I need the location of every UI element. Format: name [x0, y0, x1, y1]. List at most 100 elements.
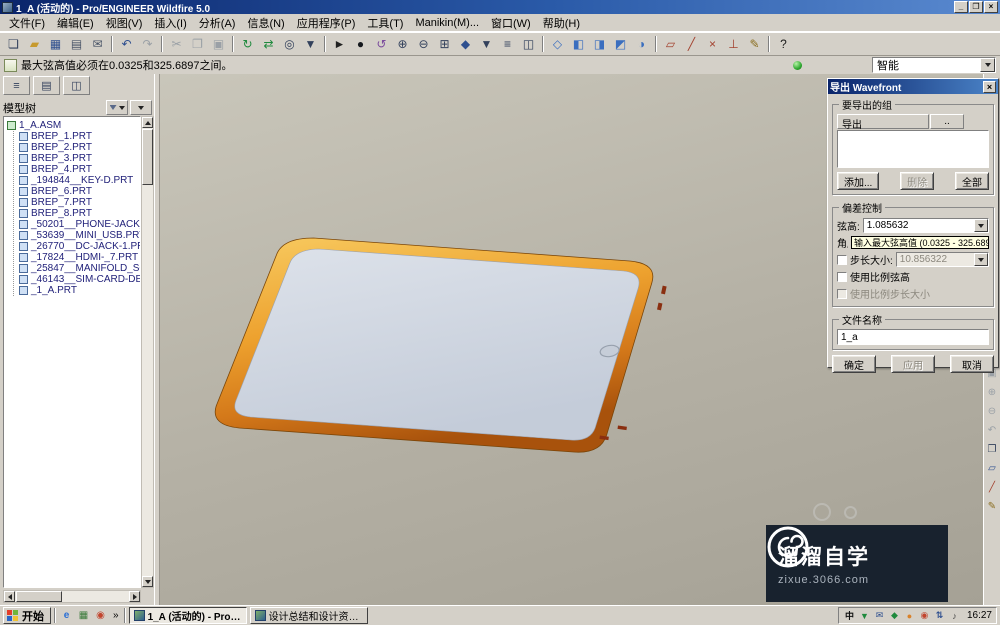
select-arrow-icon[interactable]: ► [329, 34, 350, 55]
dialog-close-icon[interactable]: × [983, 81, 996, 93]
start-button[interactable]: 开始 [3, 607, 51, 624]
wireframe-icon[interactable]: ◇ [547, 34, 568, 55]
chevron-down-icon[interactable] [974, 219, 988, 232]
layers-icon[interactable]: ≡ [497, 34, 518, 55]
cancel-button[interactable]: 取消 [950, 355, 994, 373]
add-button[interactable]: 添加... [837, 172, 879, 190]
save-icon[interactable]: ▦ [45, 34, 66, 55]
repaint-icon[interactable]: ◆ [455, 34, 476, 55]
print-icon[interactable]: ▤ [66, 34, 87, 55]
tree-show-menu[interactable] [106, 100, 128, 115]
menu-item[interactable]: 信息(N) [241, 13, 290, 33]
scroll-right-icon[interactable] [129, 591, 140, 602]
undo-icon[interactable]: ↶ [116, 34, 137, 55]
datum-axis-toggle-icon[interactable]: ╱ [681, 34, 702, 55]
tree-options-icon[interactable]: ◫ [63, 76, 90, 95]
tree-item[interactable]: _53639__MINI_USB.PRT [19, 230, 140, 241]
datum-plane-toggle-icon[interactable]: ▱ [660, 34, 681, 55]
tree-item[interactable]: BREP_1.PRT [19, 131, 140, 142]
search-icon[interactable]: ◎ [279, 34, 300, 55]
tray-network-icon[interactable]: ⇅ [933, 609, 946, 622]
context-help-icon[interactable]: ? [773, 34, 794, 55]
ratio-chord-checkbox[interactable] [837, 272, 847, 282]
zoom-out-icon[interactable]: ⊖ [413, 34, 434, 55]
new-file-icon[interactable]: ❏ [3, 34, 24, 55]
tree-item-root[interactable]: 1_A.ASM [7, 120, 140, 131]
menu-item[interactable]: 分析(A) [193, 13, 242, 33]
step-size-checkbox[interactable] [837, 255, 847, 265]
tree-item[interactable]: _46143__SIM-CARD-DECK_6.PRT [19, 274, 140, 285]
menu-item[interactable]: 应用程序(P) [291, 13, 362, 33]
tree-vertical-scrollbar[interactable] [141, 116, 154, 588]
tree-item[interactable]: BREP_8.PRT [19, 208, 140, 219]
tree-item[interactable]: _194844__KEY-D.PRT [19, 175, 140, 186]
menu-item[interactable]: 插入(I) [148, 13, 192, 33]
chevron-down-icon[interactable] [980, 58, 995, 72]
tree-item[interactable]: _50201__PHONE-JACK_3.PRT [19, 219, 140, 230]
menu-item[interactable]: 帮助(H) [537, 13, 586, 33]
tray-antivirus-icon[interactable]: ◉ [918, 609, 931, 622]
shaded-mode-icon[interactable]: ◩ [610, 34, 631, 55]
tree-item[interactable]: _1_A.PRT [19, 285, 140, 296]
quick-launch-overflow[interactable]: » [111, 610, 121, 621]
tray-download-icon[interactable]: ▼ [858, 609, 871, 622]
csys-toggle-icon[interactable]: ⊥ [723, 34, 744, 55]
tray-ime-icon[interactable]: 中 [843, 609, 856, 622]
maximize-button[interactable]: ❐ [969, 1, 983, 13]
scroll-down-icon[interactable] [142, 576, 153, 587]
ok-button[interactable]: 确定 [832, 355, 876, 373]
tray-volume-icon[interactable]: ♪ [948, 609, 961, 622]
regenerate-manager-icon[interactable]: ⇄ [258, 34, 279, 55]
quicklaunch-browser-icon[interactable]: e [59, 608, 74, 623]
scrollbar-thumb[interactable] [142, 129, 153, 185]
tray-shield-icon[interactable]: ◆ [888, 609, 901, 622]
close-button[interactable]: × [984, 1, 998, 13]
menu-item[interactable]: 编辑(E) [51, 13, 100, 33]
spin-center-icon[interactable]: ↺ [371, 34, 392, 55]
menu-item[interactable]: Manikin(M)... [409, 15, 485, 31]
hidden-line-icon[interactable]: ◧ [568, 34, 589, 55]
selection-filter-icon[interactable]: ▼ [300, 34, 321, 55]
named-view-icon[interactable]: ❐ [985, 442, 1000, 457]
tray-update-icon[interactable]: ● [903, 609, 916, 622]
tree-item[interactable]: BREP_2.PRT [19, 142, 140, 153]
model-tree-toggle-icon[interactable]: ≡ [3, 76, 30, 95]
export-column-header[interactable]: 导出 [837, 114, 929, 129]
scrollbar-thumb[interactable] [16, 591, 62, 602]
tree-item[interactable]: _26770__DC-JACK-1.PRT [19, 241, 140, 252]
datum-point-toggle-icon[interactable]: × [702, 34, 723, 55]
quicklaunch-player-icon[interactable]: ◉ [93, 608, 108, 623]
quicklaunch-show-desktop-icon[interactable]: ▦ [76, 608, 91, 623]
clock[interactable]: 16:27 [963, 610, 992, 621]
taskbar-task[interactable]: 1_A (活动的) - Pro/... [129, 607, 247, 624]
datum-axis-display-icon[interactable]: ╱ [985, 480, 1000, 495]
tree-item[interactable]: _25847__MANIFOLD_SOLID_BREP [19, 263, 140, 274]
export-list[interactable] [837, 130, 989, 168]
open-file-icon[interactable]: ▰ [24, 34, 45, 55]
zoom-in-icon[interactable]: ⊕ [392, 34, 413, 55]
minimize-button[interactable]: _ [954, 1, 968, 13]
layer-tree-icon[interactable]: ▤ [33, 76, 60, 95]
tree-item[interactable]: _17824__HDMI-_7.PRT [19, 252, 140, 263]
mail-icon[interactable]: ✉ [87, 34, 108, 55]
tree-item[interactable]: BREP_3.PRT [19, 153, 140, 164]
saved-views-icon[interactable]: ▼ [476, 34, 497, 55]
tree-horizontal-scrollbar[interactable] [3, 590, 141, 603]
no-hidden-icon[interactable]: ◨ [589, 34, 610, 55]
dialog-titlebar[interactable]: 导出 Wavefront × [828, 79, 998, 94]
tree-item[interactable]: BREP_7.PRT [19, 197, 140, 208]
annotation-toggle-icon[interactable]: ✎ [744, 34, 765, 55]
refit-icon[interactable]: ⊞ [434, 34, 455, 55]
taskbar-task[interactable]: 设计总结和设计资源... [250, 607, 368, 624]
tree-item[interactable]: BREP_4.PRT [19, 164, 140, 175]
all-button[interactable]: 全部 [955, 172, 989, 190]
scroll-left-icon[interactable] [4, 591, 15, 602]
sketcher-icon[interactable]: ✎ [985, 499, 1000, 514]
menu-item[interactable]: 文件(F) [3, 13, 51, 33]
more-column-header[interactable]: .. [930, 114, 964, 129]
enhanced-realism-icon[interactable]: ◑ [631, 34, 652, 55]
chord-height-input[interactable]: 1.085632 [863, 218, 989, 233]
datum-plane-display-icon[interactable]: ▱ [985, 461, 1000, 476]
menu-item[interactable]: 工具(T) [361, 13, 409, 33]
selection-filter-combo[interactable]: 智能 [872, 57, 996, 73]
